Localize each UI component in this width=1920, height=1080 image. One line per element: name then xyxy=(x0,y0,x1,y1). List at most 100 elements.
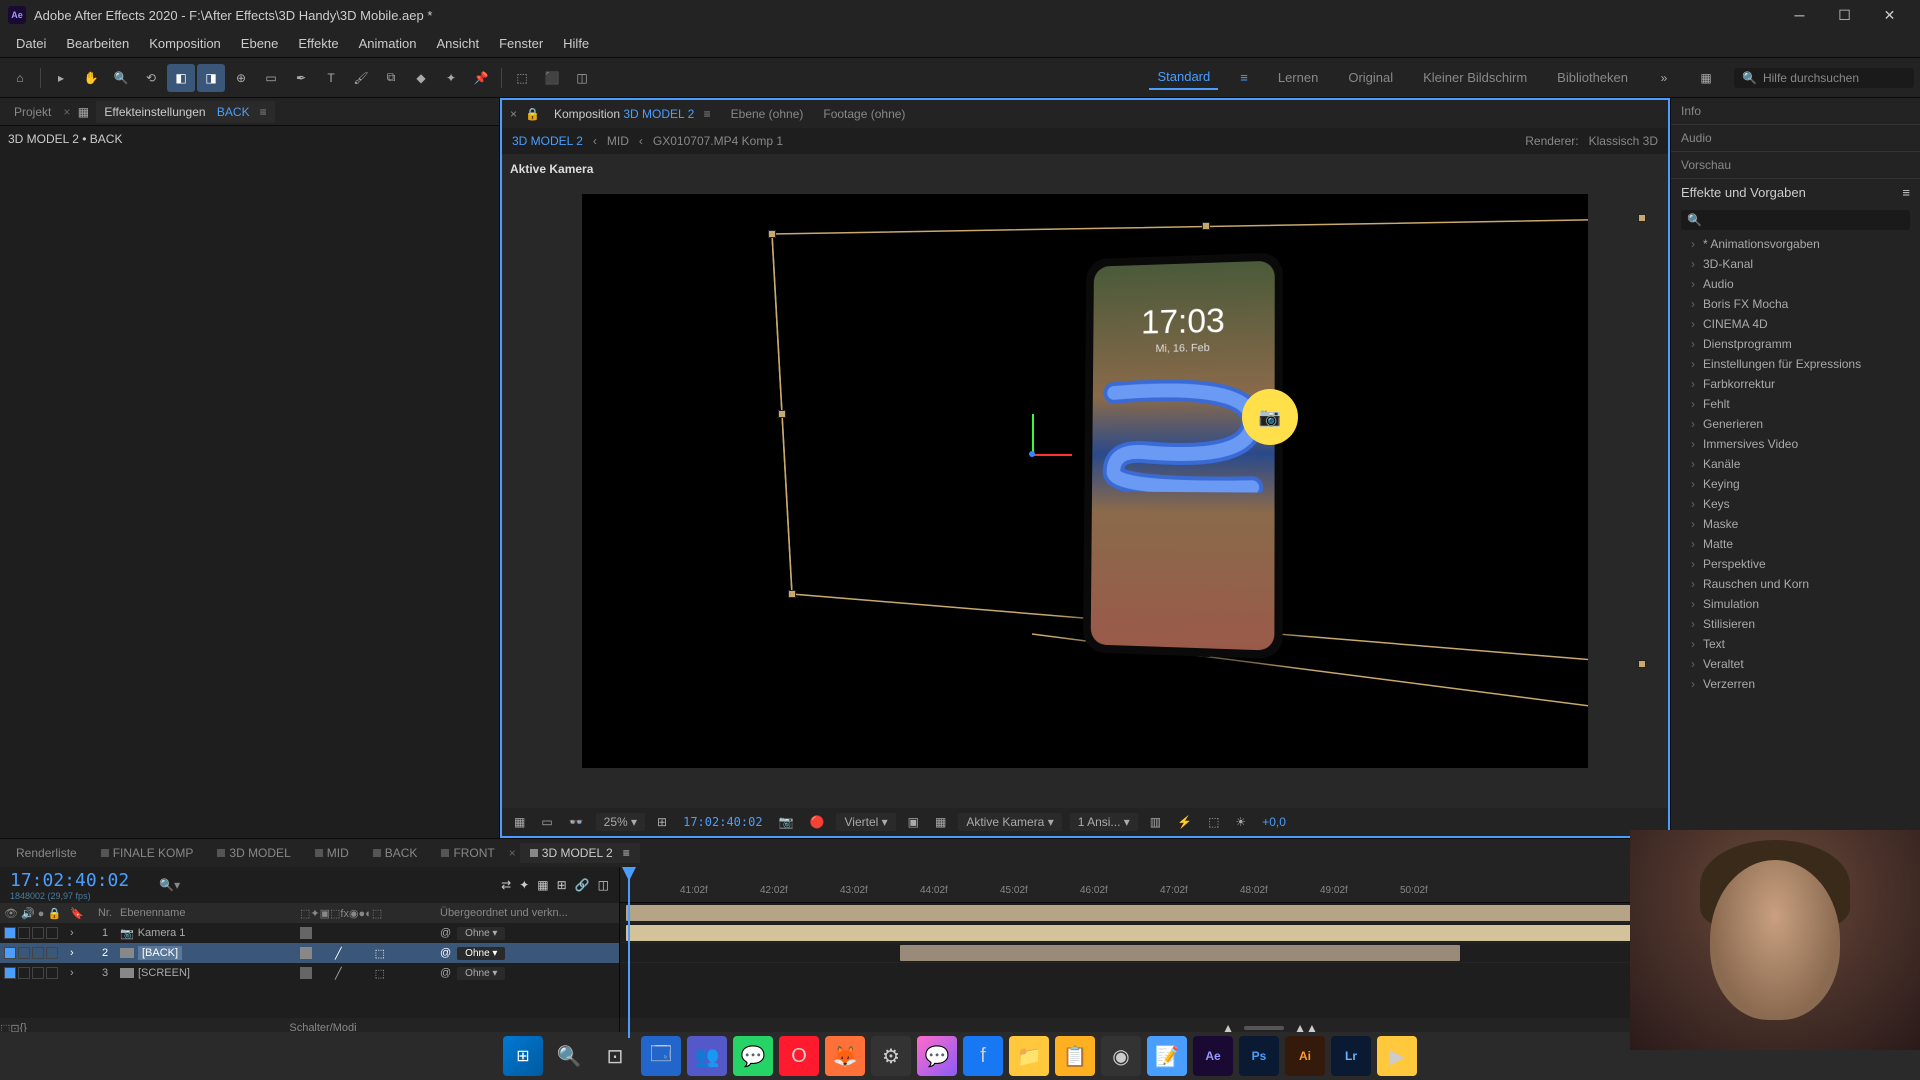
effects-search[interactable]: 🔍 xyxy=(1681,210,1910,230)
menu-effekte[interactable]: Effekte xyxy=(288,32,348,55)
tl-tool-4[interactable]: ⊞ xyxy=(557,878,567,892)
workspace-reset-icon[interactable]: ▦ xyxy=(1692,64,1720,92)
vf-icon-color[interactable]: 🔴 xyxy=(806,813,829,831)
taskbar-notepad[interactable]: 📝 xyxy=(1147,1036,1187,1076)
renderer-value[interactable]: Klassisch 3D xyxy=(1589,134,1658,148)
panel-vorschau[interactable]: Vorschau xyxy=(1671,152,1920,179)
effect-category[interactable]: Simulation xyxy=(1671,594,1920,614)
minimize-button[interactable]: ─ xyxy=(1777,0,1822,30)
panel-audio[interactable]: Audio xyxy=(1671,125,1920,152)
timeline-search-icon[interactable]: 🔍▾ xyxy=(159,878,180,892)
canvas[interactable]: 17:03 Mi, 16. Feb 📷 xyxy=(582,194,1588,768)
effect-category[interactable]: Fehlt xyxy=(1671,394,1920,414)
parent-select[interactable]: Ohne ▾ xyxy=(457,947,505,960)
nav-back-icon-2[interactable]: ‹ xyxy=(639,134,643,148)
shape-tool[interactable]: ▭ xyxy=(257,64,285,92)
handle-ml[interactable] xyxy=(778,410,786,418)
handle-tl[interactable] xyxy=(768,230,776,238)
effect-category[interactable]: 3D-Kanal xyxy=(1671,254,1920,274)
vf-icon-2[interactable]: ▭ xyxy=(537,813,556,831)
workspace-kleiner[interactable]: Kleiner Bildschirm xyxy=(1415,66,1535,89)
effect-category[interactable]: * Animationsvorgaben xyxy=(1671,234,1920,254)
tl-tab-renderliste[interactable]: Renderliste xyxy=(6,843,87,863)
tl-tab-3dmodel[interactable]: 3D MODEL xyxy=(207,843,300,863)
timeline-timecode[interactable]: 17:02:40:02 xyxy=(10,870,129,891)
panel-info[interactable]: Info xyxy=(1671,98,1920,125)
playhead[interactable] xyxy=(628,867,630,1038)
taskbar-explorer[interactable]: 🗔 xyxy=(641,1036,681,1076)
effect-category[interactable]: Keying xyxy=(1671,474,1920,494)
tl-tab-mid[interactable]: MID xyxy=(305,843,359,863)
taskbar-search[interactable]: 🔍 xyxy=(549,1036,589,1076)
vf-icon-1[interactable]: ▦ xyxy=(510,813,529,831)
puppet-tool[interactable]: 📌 xyxy=(467,64,495,92)
axis-view-icon[interactable]: ◫ xyxy=(568,64,596,92)
tl-tool-5[interactable]: 🔗 xyxy=(575,878,590,892)
effect-category[interactable]: Einstellungen für Expressions xyxy=(1671,354,1920,374)
effect-category[interactable]: Text xyxy=(1671,634,1920,654)
layer-bar-3[interactable] xyxy=(900,945,1460,961)
tl-tab-front[interactable]: FRONT xyxy=(431,843,504,863)
tab-komposition[interactable]: Komposition 3D MODEL 2 ≡ xyxy=(548,104,717,124)
tl-tab-3dmodel2[interactable]: 3D MODEL 2≡ xyxy=(520,843,640,863)
menu-ebene[interactable]: Ebene xyxy=(231,32,289,55)
nav-clip[interactable]: GX010707.MP4 Komp 1 xyxy=(653,134,783,148)
parent-select[interactable]: Ohne ▾ xyxy=(457,927,505,940)
workspace-standard[interactable]: Standard xyxy=(1149,65,1218,90)
layer-bar-1[interactable] xyxy=(626,905,1666,921)
effect-category[interactable]: CINEMA 4D xyxy=(1671,314,1920,334)
handle-tc[interactable] xyxy=(1202,222,1210,230)
axis-z[interactable] xyxy=(1029,451,1035,457)
taskbar-firefox[interactable]: 🦊 xyxy=(825,1036,865,1076)
tab-effekteinstellungen[interactable]: Effekteinstellungen BACK ≡ xyxy=(96,101,274,123)
rotate-tool[interactable]: ◧ xyxy=(167,64,195,92)
tab-footage[interactable]: Footage (ohne) xyxy=(817,104,911,124)
effect-category[interactable]: Immersives Video xyxy=(1671,434,1920,454)
maximize-button[interactable]: ☐ xyxy=(1822,0,1867,30)
orbit-tool[interactable]: ⟲ xyxy=(137,64,165,92)
taskbar-obs[interactable]: ◉ xyxy=(1101,1036,1141,1076)
taskbar-app[interactable]: ⚙ xyxy=(871,1036,911,1076)
vf-icon-3[interactable]: 👓 xyxy=(565,813,588,831)
taskbar-pin[interactable]: ▶ xyxy=(1377,1036,1417,1076)
workspace-lernen[interactable]: Lernen xyxy=(1270,66,1326,89)
effect-category[interactable]: Veraltet xyxy=(1671,654,1920,674)
composition-viewer[interactable]: Aktive Kamera 17: xyxy=(502,154,1668,808)
nav-mid[interactable]: MID xyxy=(607,134,629,148)
taskbar-whatsapp[interactable]: 💬 xyxy=(733,1036,773,1076)
layer-row-1[interactable]: › 1 📷Kamera 1 @Ohne ▾ xyxy=(0,923,619,943)
axis-y[interactable] xyxy=(1032,414,1034,454)
tl-tab-finale[interactable]: FINALE KOMP xyxy=(91,843,204,863)
vf-icon-roi[interactable]: ▣ xyxy=(904,813,923,831)
roto-tool[interactable]: ✦ xyxy=(437,64,465,92)
pen-tool[interactable]: ✒ xyxy=(287,64,315,92)
effect-category[interactable]: Perspektive xyxy=(1671,554,1920,574)
visibility-toggle[interactable] xyxy=(4,967,16,979)
viewer-timecode[interactable]: 17:02:40:02 xyxy=(679,813,766,831)
zoom-slider[interactable] xyxy=(1244,1026,1284,1030)
comp-lock-icon[interactable]: 🔒 xyxy=(525,107,540,121)
handle-tr[interactable] xyxy=(1638,214,1646,222)
workspace-overflow-icon[interactable]: » xyxy=(1650,64,1678,92)
effect-category[interactable]: Kanäle xyxy=(1671,454,1920,474)
pickwhip-icon[interactable]: @ xyxy=(440,967,451,979)
handle-bl[interactable] xyxy=(788,590,796,598)
taskbar-messenger[interactable]: 💬 xyxy=(917,1036,957,1076)
zoom-select[interactable]: 25% ▾ xyxy=(596,813,645,831)
taskbar-start[interactable]: ⊞ xyxy=(503,1036,543,1076)
effect-category[interactable]: Verzerren xyxy=(1671,674,1920,694)
menu-hilfe[interactable]: Hilfe xyxy=(553,32,599,55)
camera-select[interactable]: Aktive Kamera ▾ xyxy=(958,813,1061,831)
selection-tool[interactable]: ▸ xyxy=(47,64,75,92)
close-button[interactable]: ✕ xyxy=(1867,0,1912,30)
pickwhip-icon[interactable]: @ xyxy=(440,947,451,959)
axis-local-icon[interactable]: ⬚ xyxy=(508,64,536,92)
taskbar-illustrator[interactable]: Ai xyxy=(1285,1036,1325,1076)
nav-current-comp[interactable]: 3D MODEL 2 xyxy=(512,134,583,148)
taskbar-opera[interactable]: O xyxy=(779,1036,819,1076)
effect-category[interactable]: Generieren xyxy=(1671,414,1920,434)
resolution-select[interactable]: Viertel ▾ xyxy=(836,813,895,831)
parent-select[interactable]: Ohne ▾ xyxy=(457,967,505,980)
text-tool[interactable]: T xyxy=(317,64,345,92)
vf-icon-3d[interactable]: ⬚ xyxy=(1204,813,1223,831)
